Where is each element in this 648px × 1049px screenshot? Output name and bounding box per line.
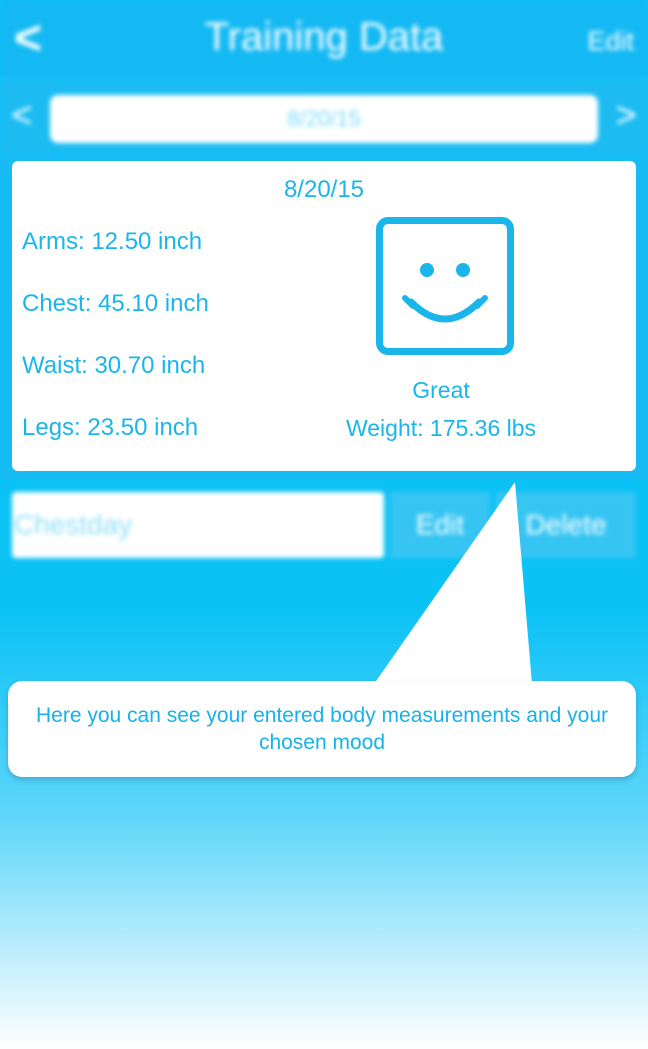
- mood-label: Great: [412, 377, 470, 403]
- tutorial-tooltip[interactable]: Here you can see your entered body measu…: [8, 681, 636, 777]
- workout-name-field[interactable]: Chestday: [12, 492, 384, 558]
- entry-card: 8/20/15 Arms: 12.50 inch Chest: 45.10 in…: [12, 161, 636, 471]
- edit-button[interactable]: Edit: [587, 24, 634, 58]
- previous-date-button[interactable]: <: [4, 95, 40, 135]
- workout-row: Chestday Edit Delete: [12, 492, 636, 558]
- entry-date: 8/20/15: [283, 176, 365, 203]
- legs-measurement: Legs: 23.50 inch: [22, 414, 199, 441]
- chest-measurement: Chest: 45.10 inch: [22, 290, 209, 317]
- date-field[interactable]: 8/20/15: [50, 95, 598, 143]
- weight-label: Weight: 175.36 lbs: [345, 415, 537, 441]
- arms-measurement: Arms: 12.50 inch: [22, 228, 203, 255]
- smiley-face-icon: [376, 217, 514, 355]
- next-date-button[interactable]: >: [608, 95, 644, 135]
- workout-edit-button[interactable]: Edit: [390, 492, 490, 558]
- entry-card-frame: 8/20/15 Arms: 12.50 inch Chest: 45.10 in…: [0, 155, 648, 480]
- nav-bar: < Training Data Edit: [0, 0, 648, 80]
- waist-measurement: Waist: 30.70 inch: [22, 352, 206, 379]
- workout-delete-button[interactable]: Delete: [496, 492, 636, 558]
- tooltip-text: Here you can see your entered body measu…: [36, 704, 608, 754]
- date-selector: < 8/20/15 >: [0, 81, 648, 155]
- chevron-right-icon: >: [615, 94, 637, 135]
- page-title: Training Data: [204, 15, 444, 59]
- chevron-left-icon: <: [11, 94, 33, 135]
